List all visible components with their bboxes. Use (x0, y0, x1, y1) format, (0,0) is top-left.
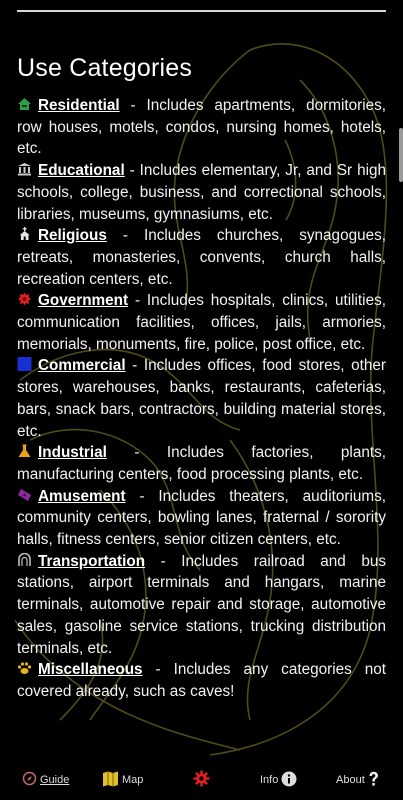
house-icon (17, 97, 32, 111)
category-link-miscellaneous[interactable]: Miscellaneous (38, 661, 143, 678)
nav-guide[interactable]: Guide (22, 760, 69, 800)
compass-icon (22, 771, 37, 789)
category-miscellaneous: Miscellaneous - Includes any categories … (17, 659, 386, 702)
category-amusement: Amusement - Includes theaters, auditoriu… (17, 486, 386, 551)
page-title: Use Categories (17, 54, 193, 82)
flask-icon (17, 444, 32, 458)
nav-guide-label: Guide (40, 774, 70, 786)
school-building-icon (17, 162, 32, 176)
question-icon (368, 771, 379, 790)
category-industrial: Industrial - Includes factories, plants,… (17, 442, 386, 485)
category-link-commercial[interactable]: Commercial (38, 357, 126, 374)
category-religious: Religious - Includes churches, synagogue… (17, 225, 386, 290)
gear-icon (193, 770, 210, 790)
guide-content: Use Categories Residential - Includes ap… (17, 54, 386, 703)
info-icon (281, 771, 297, 790)
church-icon (17, 227, 32, 241)
category-residential: Residential - Includes apartments, dormi… (17, 95, 386, 160)
nav-about[interactable]: About (336, 760, 379, 800)
category-link-amusement[interactable]: Amusement (38, 488, 126, 505)
category-transportation: Transportation - Includes railroad and b… (17, 551, 386, 660)
map-icon (102, 771, 119, 790)
nav-info[interactable]: Info (260, 760, 297, 800)
category-commercial: Commercial - Includes offices, food stor… (17, 355, 386, 442)
category-link-religious[interactable]: Religious (38, 227, 107, 244)
nav-map[interactable]: Map (102, 760, 143, 800)
nav-about-label: About (336, 774, 365, 786)
screen: Use Categories Residential - Includes ap… (0, 0, 403, 800)
nav-map-label: Map (122, 774, 144, 786)
commercial-square-icon (17, 357, 32, 372)
ticket-icon (17, 488, 32, 502)
category-educational: Educational - Includes elementary, Jr, a… (17, 160, 386, 225)
category-link-government[interactable]: Government (38, 292, 128, 309)
category-link-residential[interactable]: Residential (38, 97, 120, 114)
nav-info-label: Info (260, 774, 279, 786)
tunnel-icon (17, 552, 32, 567)
category-link-educational[interactable]: Educational (38, 162, 125, 179)
category-government: Government - Includes hospitals, clinics… (17, 290, 386, 355)
paw-icon (17, 661, 32, 675)
government-badge-icon (17, 292, 32, 306)
category-link-transportation[interactable]: Transportation (38, 553, 145, 570)
nav-settings[interactable] (193, 760, 210, 800)
header-divider (17, 10, 386, 12)
scrollbar[interactable] (399, 128, 403, 182)
bottom-navigation: Guide Map Info About (0, 760, 403, 800)
category-link-industrial[interactable]: Industrial (38, 444, 107, 461)
